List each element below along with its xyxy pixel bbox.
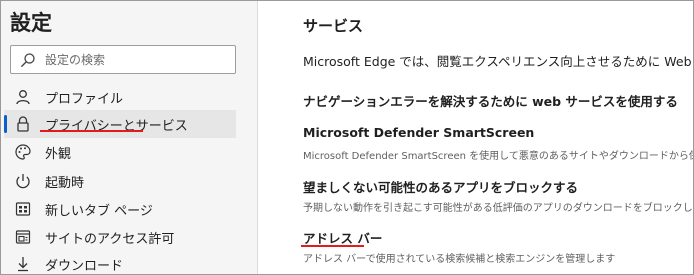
palette-icon	[13, 142, 33, 162]
sidebar-item-downloads[interactable]: ダウンロード	[4, 250, 236, 274]
sidebar-item-label: サイトのアクセス許可	[45, 231, 175, 247]
new-tab-icon	[13, 199, 33, 219]
sidebar-item-label: プロファイル	[45, 91, 124, 107]
sidebar-item-privacy[interactable]: プライバシーとサービス	[4, 110, 236, 138]
sidebar-item-label: 新しいタブ ページ	[45, 203, 153, 219]
sidebar-item-new-tab[interactable]: 新しいタブ ページ	[4, 195, 236, 223]
setting-smartscreen-desc: Microsoft Defender SmartScreen を使用して悪意のあ…	[303, 151, 693, 162]
settings-window: 設定 プロファイル	[0, 0, 694, 275]
section-title: サービス	[303, 17, 364, 35]
setting-smartscreen-title: Microsoft Defender SmartScreen	[303, 125, 535, 140]
annotation-underline	[40, 130, 143, 132]
active-indicator	[4, 115, 7, 133]
site-permissions-icon	[13, 227, 33, 247]
sidebar-item-label: 起動時	[45, 175, 85, 191]
setting-navigation-errors[interactable]: ナビゲーションエラーを解決するために web サービスを使用する	[303, 91, 678, 110]
main-content: サービス Microsoft Edge では、閲覧エクスペリエンス向上させるため…	[259, 1, 694, 274]
sidebar-item-label: ダウンロード	[45, 258, 124, 274]
download-icon	[13, 254, 33, 274]
power-icon	[13, 171, 33, 191]
setting-block-pua-title: 望ましくない可能性のあるアプリをブロックする	[303, 180, 579, 195]
sidebar-title: 設定	[10, 11, 52, 35]
search-icon	[20, 52, 36, 68]
search-input[interactable]	[45, 49, 225, 71]
sidebar-item-profile[interactable]: プロファイル	[4, 83, 236, 111]
setting-block-pua-desc: 予期しない動作を引き起こす可能性がある低評価のアプリのダウンロードをブロックしま…	[303, 203, 694, 214]
sidebar-item-startup[interactable]: 起動時	[4, 167, 236, 195]
lock-icon	[13, 114, 33, 134]
sidebar: 設定 プロファイル	[1, 1, 258, 274]
search-box[interactable]	[10, 45, 236, 74]
profile-icon	[13, 87, 33, 107]
annotation-underline	[301, 245, 364, 247]
sidebar-item-label: 外観	[45, 146, 72, 162]
sidebar-item-site-permissions[interactable]: サイトのアクセス許可	[4, 223, 236, 251]
sidebar-item-appearance[interactable]: 外観	[4, 138, 236, 166]
setting-address-bar-desc: アドレス バーで使用されている検索候補と検索エンジンを管理します	[303, 254, 616, 265]
section-intro: Microsoft Edge では、閲覧エクスペリエンス向上させるために Web…	[303, 54, 693, 69]
